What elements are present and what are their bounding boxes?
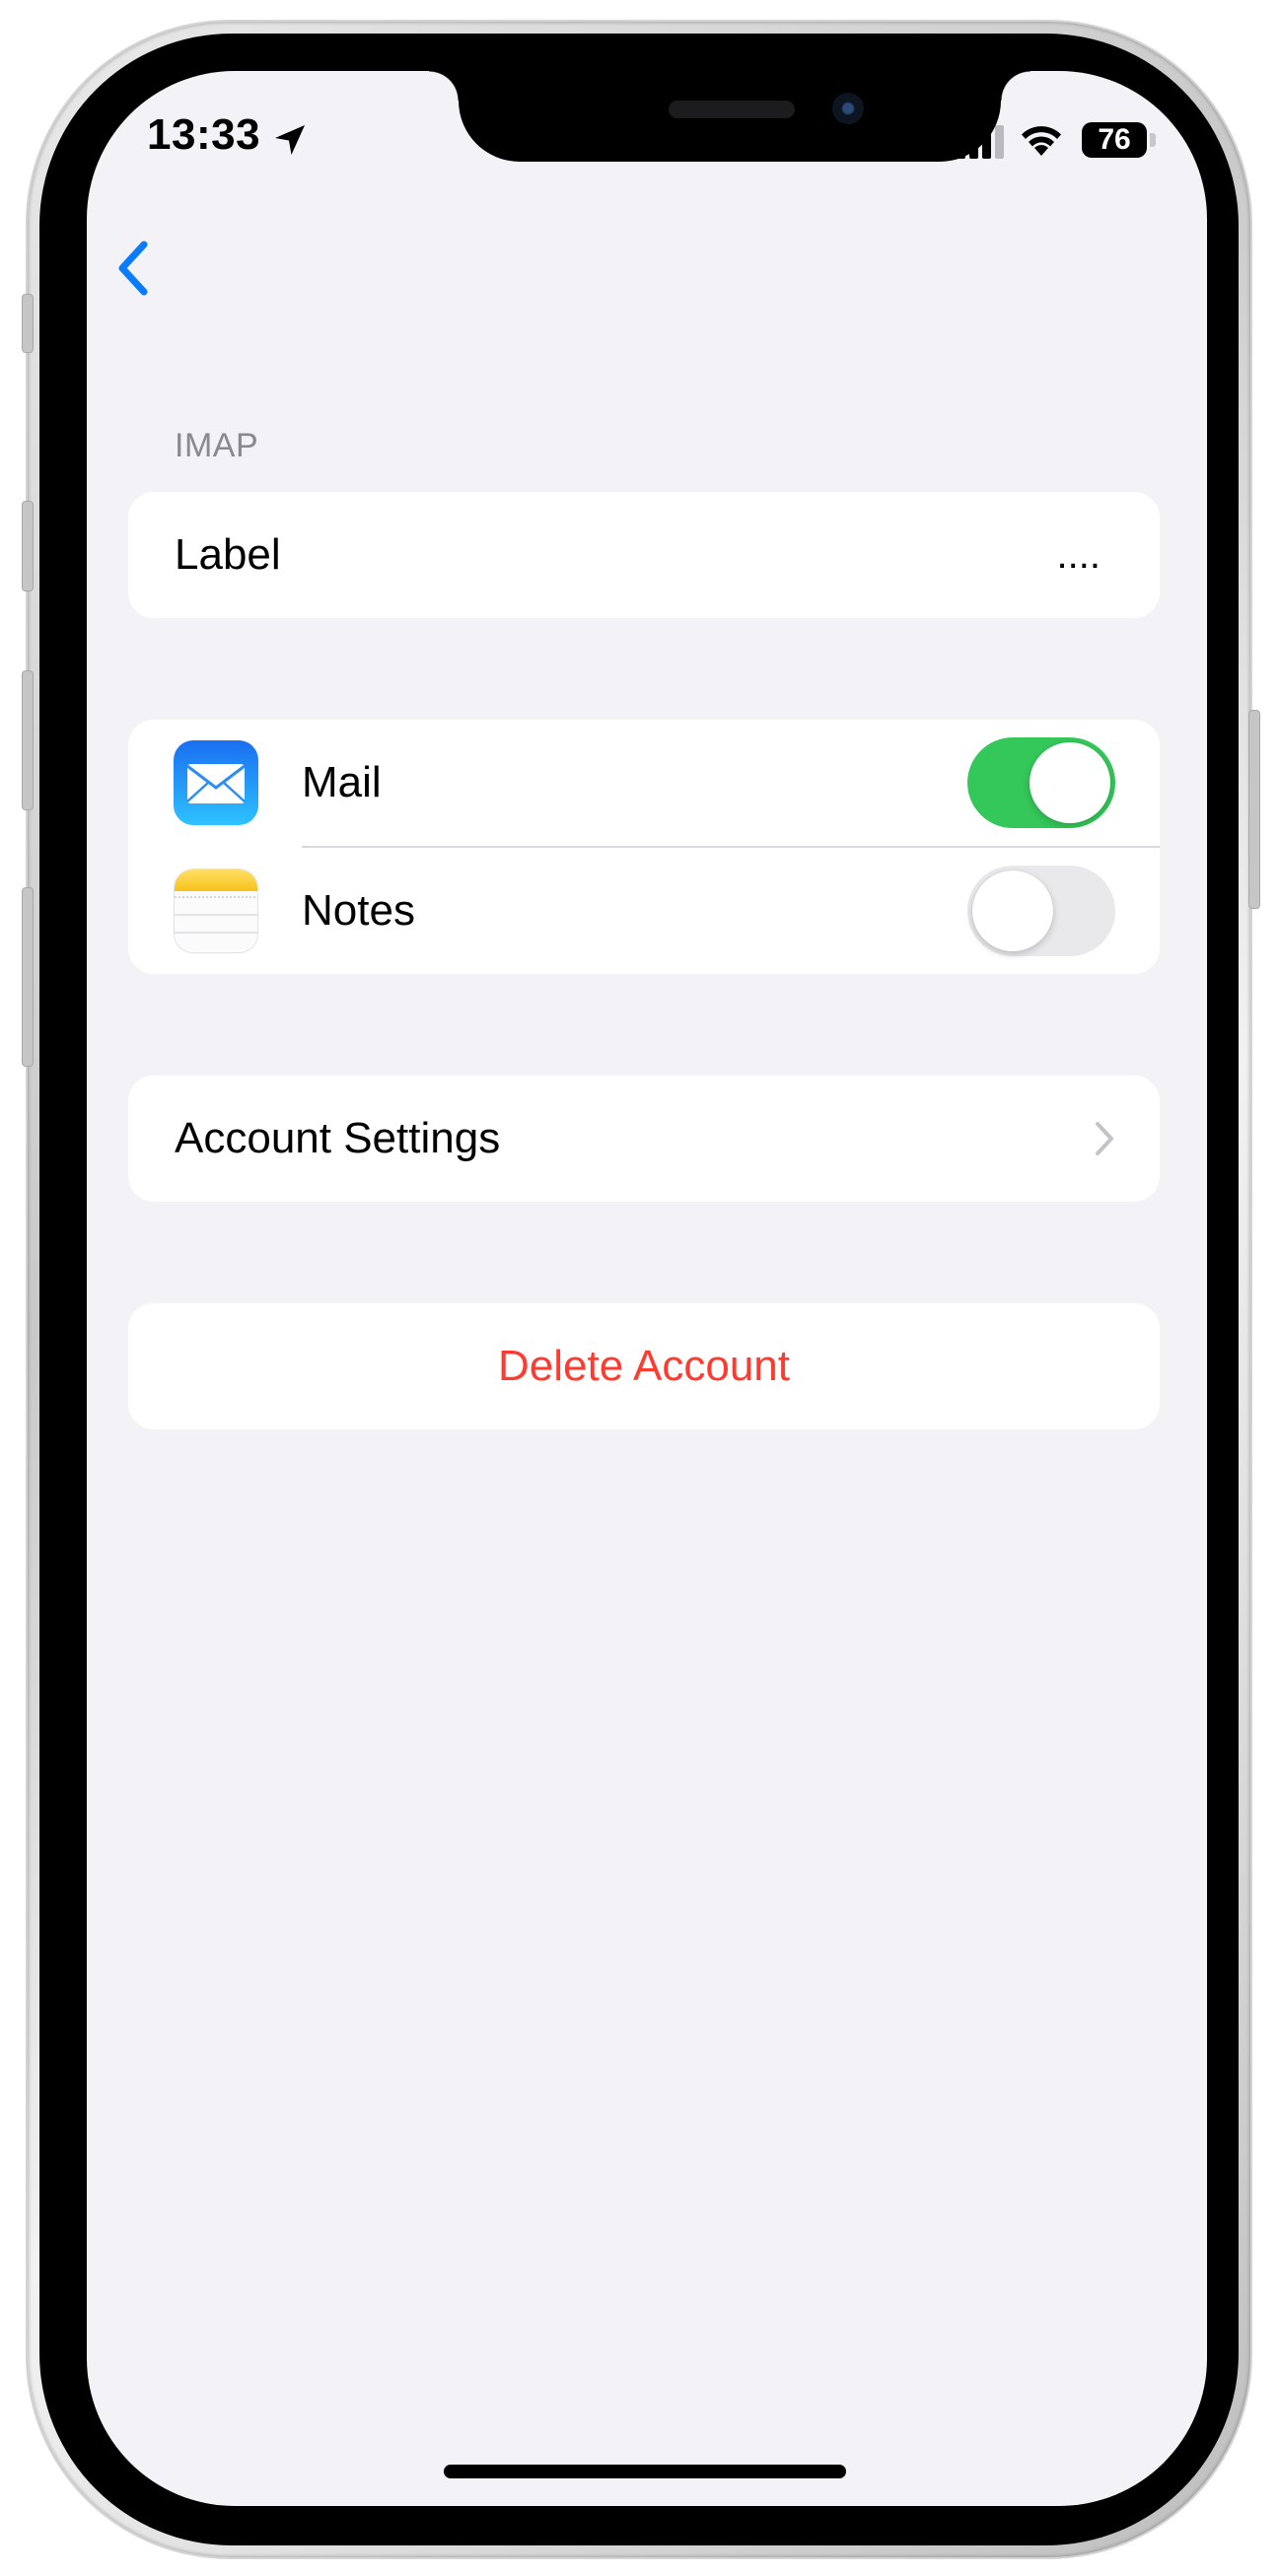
- power-button: [1248, 710, 1260, 909]
- front-camera: [832, 93, 864, 124]
- chevron-right-icon: [1096, 1122, 1113, 1155]
- delete-account-label: Delete Account: [498, 1342, 790, 1390]
- earpiece-speaker: [669, 101, 795, 118]
- delete-account-group: Delete Account: [128, 1303, 1160, 1429]
- volume-down-button: [22, 670, 34, 810]
- label-row-value: ....: [1056, 533, 1101, 577]
- home-indicator[interactable]: [444, 2465, 846, 2478]
- mail-toggle-knob: [1030, 742, 1110, 823]
- battery-cap: [1150, 133, 1156, 147]
- label-group: Label ....: [128, 492, 1160, 618]
- mail-toggle[interactable]: [967, 737, 1115, 828]
- location-arrow-icon: [275, 125, 305, 155]
- label-row[interactable]: Label ....: [128, 492, 1160, 618]
- account-settings-label: Account Settings: [175, 1114, 501, 1162]
- section-header: IMAP: [175, 427, 259, 464]
- notch: [429, 71, 1030, 162]
- apps-group: Mail Notes: [128, 720, 1160, 974]
- notes-toggle[interactable]: [967, 866, 1115, 956]
- cellular-signal-icon: [957, 125, 1004, 159]
- wifi-icon: [1022, 126, 1061, 156]
- mail-app-icon: [174, 740, 258, 825]
- app-row-notes: Notes: [128, 848, 1160, 974]
- account-settings-group: Account Settings: [128, 1076, 1160, 1202]
- label-row-title: Label: [175, 530, 281, 579]
- battery-level: 76: [1098, 123, 1131, 156]
- delete-account-button[interactable]: Delete Account: [128, 1303, 1160, 1429]
- account-settings-row[interactable]: Account Settings: [128, 1076, 1160, 1202]
- ringer-switch: [22, 887, 34, 1067]
- status-time: 13:33: [147, 110, 261, 159]
- battery-icon: 76: [1082, 122, 1147, 158]
- mail-label: Mail: [302, 758, 382, 806]
- chevron-left-icon: [118, 241, 148, 296]
- app-row-mail: Mail: [128, 720, 1160, 846]
- volume-up-button: [22, 501, 34, 592]
- phone-screen: 13:33 76 IMAP Label .... Mail Notes Acco…: [87, 71, 1207, 2506]
- action-button: [22, 294, 34, 353]
- notes-app-icon: [174, 869, 258, 953]
- notes-toggle-knob: [972, 870, 1053, 951]
- back-button[interactable]: [105, 229, 164, 308]
- notes-label: Notes: [302, 886, 415, 935]
